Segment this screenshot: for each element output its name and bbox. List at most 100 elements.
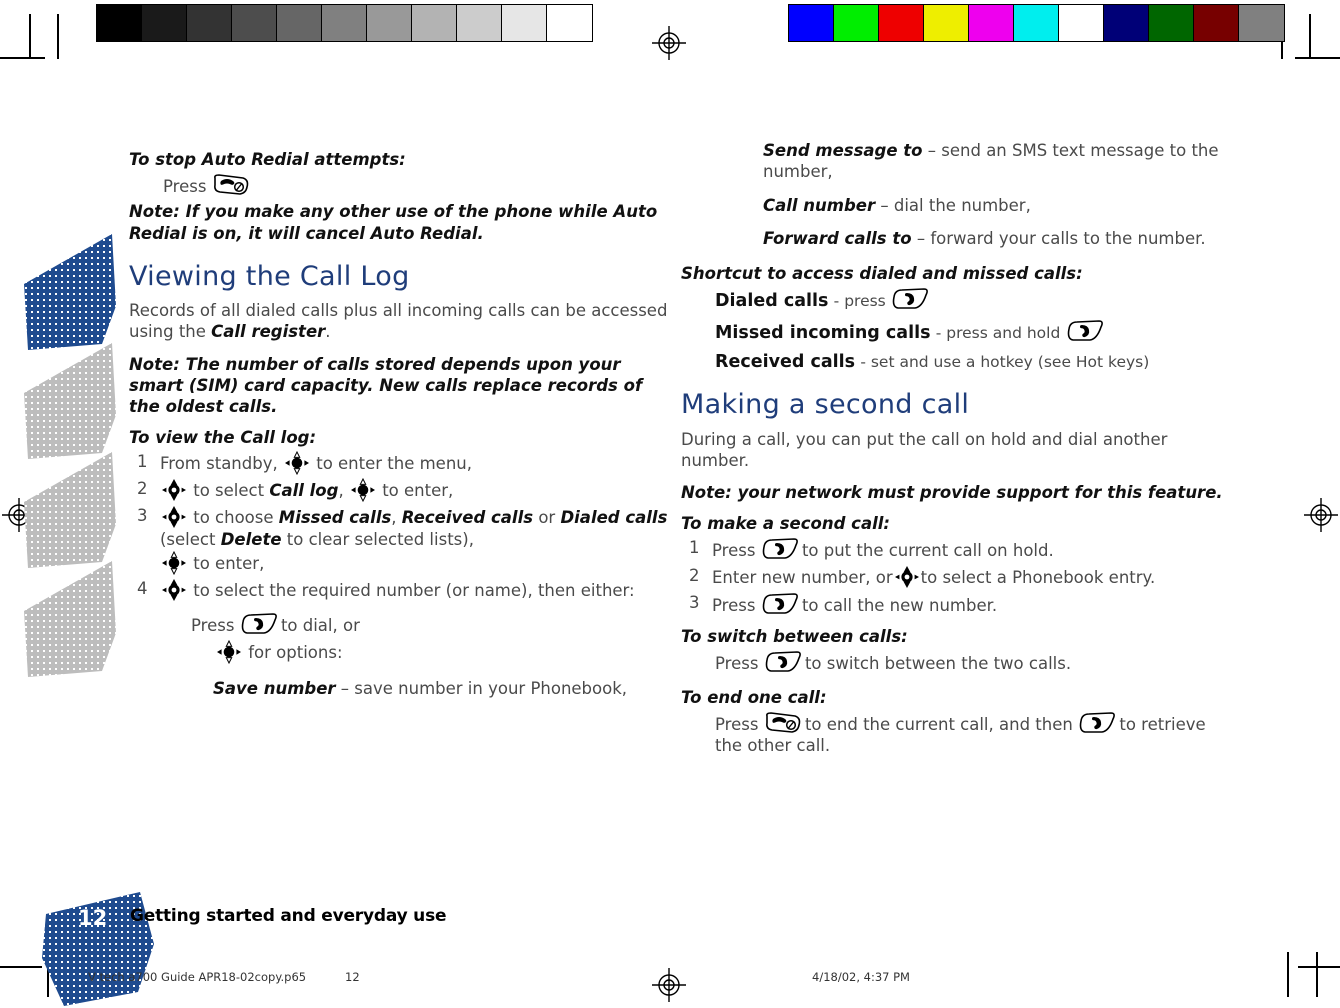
forward-calls-term: Forward calls to [763,229,912,249]
forward-calls-desc: forward your calls to the number. [930,229,1206,249]
step-2-comma: , [338,480,344,500]
call-key-icon [240,612,277,634]
call-key-icon [1066,319,1103,341]
registration-mark-bottom [652,968,686,1002]
shortcut-heading: Shortcut to access dialed and missed cal… [681,263,1083,283]
step-1-text-a: From standby, [160,453,278,473]
chapter-tab-4 [24,559,116,677]
save-number-term: Save number [213,679,336,699]
registration-mark-right [1304,498,1338,532]
footer-chapter-title: Getting started and everyday use [130,906,447,926]
make-step-2-number: 2 [689,565,700,585]
color-swatch [1239,5,1284,41]
step-1-number: 1 [137,451,148,471]
step-2: 2 to select Call log, to enter, [129,477,669,503]
switch-calls-heading: To switch between calls: [681,626,908,646]
crop-mark-tl2-v [57,14,59,59]
crop-mark-br2-v [1316,952,1318,997]
network-support-note: Note: your network must provide support … [681,482,1223,502]
end-call-instruction: Press to end the current call, and then … [715,711,1226,757]
step-2-text-c: to enter, [382,480,454,500]
shortcut-received-desc: - set and use a hotkey (see Hot keys) [860,352,1150,371]
call-log-intro: Records of all dialed calls plus all inc… [129,300,669,342]
dialed-calls-term: Dialed calls [560,507,668,527]
option-save-number: Save number – save number in your Phoneb… [213,678,669,699]
step-2-text-a: to select [193,480,265,500]
step-1: 1 From standby, to enter the menu, [129,450,669,476]
press-dial-label-a: Press [191,615,235,635]
press-to-dial-line: Press to dial, or [191,612,669,636]
view-call-log-heading: To view the Call log: [129,427,317,447]
press-label: Press [163,177,207,196]
color-swatch [1194,5,1239,41]
call-key-icon [1078,711,1116,733]
view-call-log-steps: 1 From standby, to enter the menu, 2 to … [129,450,669,602]
save-number-dash: – [340,679,350,699]
make-second-call-steps: 1 Press to put the current call on hold.… [681,537,1226,617]
step-3-number: 3 [137,505,148,525]
chapter-tab-3 [24,450,116,568]
color-swatch [969,5,1014,41]
color-swatch [1149,5,1194,41]
second-call-title: Making a second call [681,389,970,421]
option-send-message: Send message to – send an SMS text messa… [763,140,1226,183]
option-forward-calls: Forward calls to – forward your calls to… [763,228,1226,249]
registration-mark-top [652,26,686,60]
end-call-heading: To end one call: [681,688,827,708]
missed-calls-term: Missed calls [278,507,392,527]
color-calibration-bar [788,4,1285,42]
color-swatch [1104,5,1149,41]
print-meta-datetime: 4/18/02, 4:37 PM [812,970,910,984]
auto-redial-note: Note: If you make any other use of the p… [129,202,658,243]
switch-label-a: Press [715,653,759,673]
make-second-call-heading: To make a second call: [681,514,890,534]
options-label: for options: [248,643,343,663]
crop-mark-tr-v [1309,14,1311,59]
step-4-text: to select the required number (or name),… [193,580,635,600]
shortcut-dialed-calls: Dialed calls - press [715,287,1226,313]
shortcut-missed-calls: Missed incoming calls - press and hold [715,319,1226,345]
document-page: To stop Auto Redial attempts: Press Note… [0,0,1340,1008]
make-step-2-text-a: Enter new number, or [712,567,893,587]
gray-swatch [97,5,142,41]
call-number-dash: – [880,195,889,215]
gray-swatch [277,5,322,41]
option-call-number: Call number – dial the number, [763,195,1226,216]
second-call-intro: During a call, you can put the call on h… [681,429,1168,470]
print-meta-filename: V tech a700 Guide APR18-02copy.p65 [88,970,307,984]
call-number-term: Call number [763,195,876,215]
stop-auto-redial-heading: To stop Auto Redial attempts: [129,150,406,169]
left-text-column: To stop Auto Redial attempts: Press Note… [129,140,669,711]
step-3-text-b: (select [160,529,216,549]
step-3-or: or [538,507,556,527]
gray-swatch [232,5,277,41]
gray-swatch [547,5,592,41]
switch-calls-instruction: Press to switch between the two calls. [715,650,1226,674]
color-swatch [789,5,834,41]
gray-swatch [457,5,502,41]
make-step-3-number: 3 [689,592,700,612]
make-step-2: 2 Enter new number, or to select a Phone… [681,565,1226,589]
shortcut-received-calls: Received calls - set and use a hotkey (s… [715,351,1226,374]
color-swatch [834,5,879,41]
navigation-key-icon [160,505,188,529]
navigation-key-icon [160,578,188,602]
make-step-3-text-b: to call the new number. [801,595,998,615]
end-call-key-icon [212,173,248,195]
navigation-enter-key-icon [283,450,311,476]
step-1-text-b: to enter the menu, [316,453,472,473]
navigation-key-icon [893,565,921,589]
color-swatch [879,5,924,41]
shortcut-received-label: Received calls [715,351,856,372]
make-step-1-text-a: Press [712,541,756,561]
step-3-text-d: to enter, [193,553,265,573]
crop-mark-br-h [1298,966,1340,968]
step-3-text-c: to clear selected lists), [286,529,474,549]
call-key-icon [761,592,798,614]
options-line: for options: [215,639,669,665]
color-swatch [1059,5,1104,41]
crop-mark-bl-h [0,966,42,968]
call-log-intro-a: Records of all dialed calls plus all inc… [129,301,668,342]
crop-mark-br-v [1287,952,1289,997]
make-step-1: 1 Press to put the current call on hold. [681,537,1226,562]
